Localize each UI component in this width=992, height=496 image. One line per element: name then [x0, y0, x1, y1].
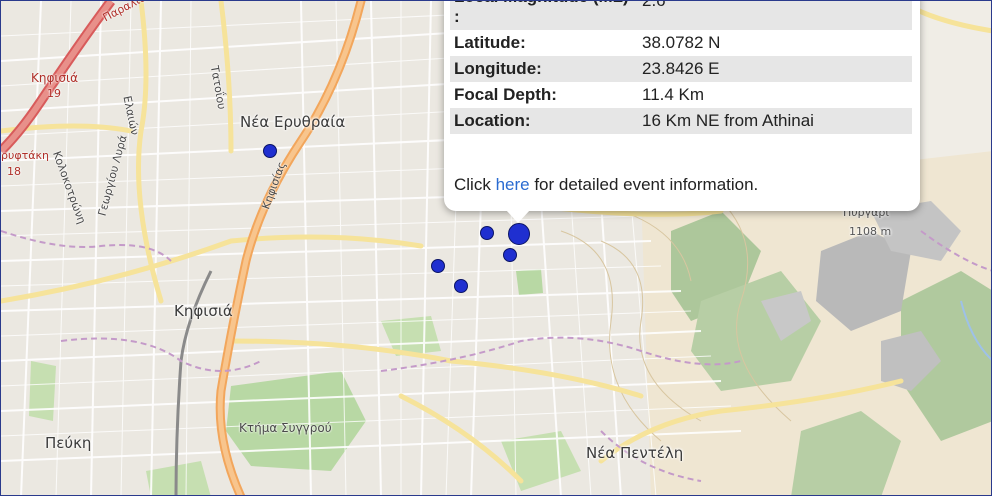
detail-link-suffix: for detailed event information. — [529, 175, 759, 194]
earthquake-marker[interactable] — [480, 226, 494, 240]
detail-row-longitude: Longitude: 23.8426 E — [450, 56, 912, 82]
earthquake-marker[interactable] — [503, 248, 517, 262]
map-view[interactable]: Νέα Ερυθραία Κηφισιά Πεύκη Νέα Πεντέλη Π… — [0, 0, 992, 496]
event-popup: Local Magnitude (ML) : 2.6 Latitude: 38.… — [444, 1, 920, 223]
place-label-nea-penteli: Νέα Πεντέλη — [586, 444, 684, 462]
popup-tip — [506, 210, 530, 223]
earthquake-marker[interactable] — [454, 279, 468, 293]
road-label-kifisia-19: Κηφισιά — [31, 71, 79, 85]
detail-link-text: Click here for detailed event informatio… — [454, 175, 758, 195]
detail-value: 23.8426 E — [638, 56, 912, 82]
detail-link-prefix: Click — [454, 175, 496, 194]
place-label-kifisia: Κηφισιά — [174, 302, 233, 320]
detail-row-depth: Focal Depth: 11.4 Km — [450, 82, 912, 108]
road-label-ryftaki: ρυφτάκη — [1, 149, 49, 162]
detail-key: Location: — [450, 108, 638, 134]
detail-value: 16 Km NE from Athinai — [638, 108, 912, 134]
detail-key: Focal Depth: — [454, 85, 557, 104]
detail-row-latitude: Latitude: 38.0782 N — [450, 30, 912, 56]
earthquake-marker[interactable] — [431, 259, 445, 273]
detail-link[interactable]: here — [496, 175, 530, 194]
place-label-nea-erythraia: Νέα Ερυθραία — [240, 113, 346, 131]
detail-key: Longitude: — [450, 56, 638, 82]
road-label-18: 18 — [7, 165, 21, 178]
detail-value: 38.0782 N — [642, 33, 721, 52]
place-label-pefki: Πεύκη — [45, 434, 92, 452]
earthquake-marker[interactable] — [263, 144, 277, 158]
event-details-table: Local Magnitude (ML) : 2.6 Latitude: 38.… — [450, 1, 912, 134]
road-label-19: 19 — [47, 87, 61, 100]
detail-value: 11.4 Km — [642, 85, 705, 104]
detail-key: Local Magnitude (ML) : — [450, 1, 638, 30]
earthquake-marker-selected[interactable] — [508, 223, 530, 245]
detail-row-magnitude: Local Magnitude (ML) : 2.6 — [450, 1, 912, 30]
detail-value: 2.6 — [638, 1, 912, 30]
park-label-ktima-syngrou: Κτήμα Συγγρού — [239, 421, 332, 435]
place-label-pyrgari-elevation: 1108 m — [849, 225, 892, 238]
detail-row-location: Location: 16 Km NE from Athinai — [450, 108, 912, 134]
detail-key: Latitude: — [454, 33, 526, 52]
